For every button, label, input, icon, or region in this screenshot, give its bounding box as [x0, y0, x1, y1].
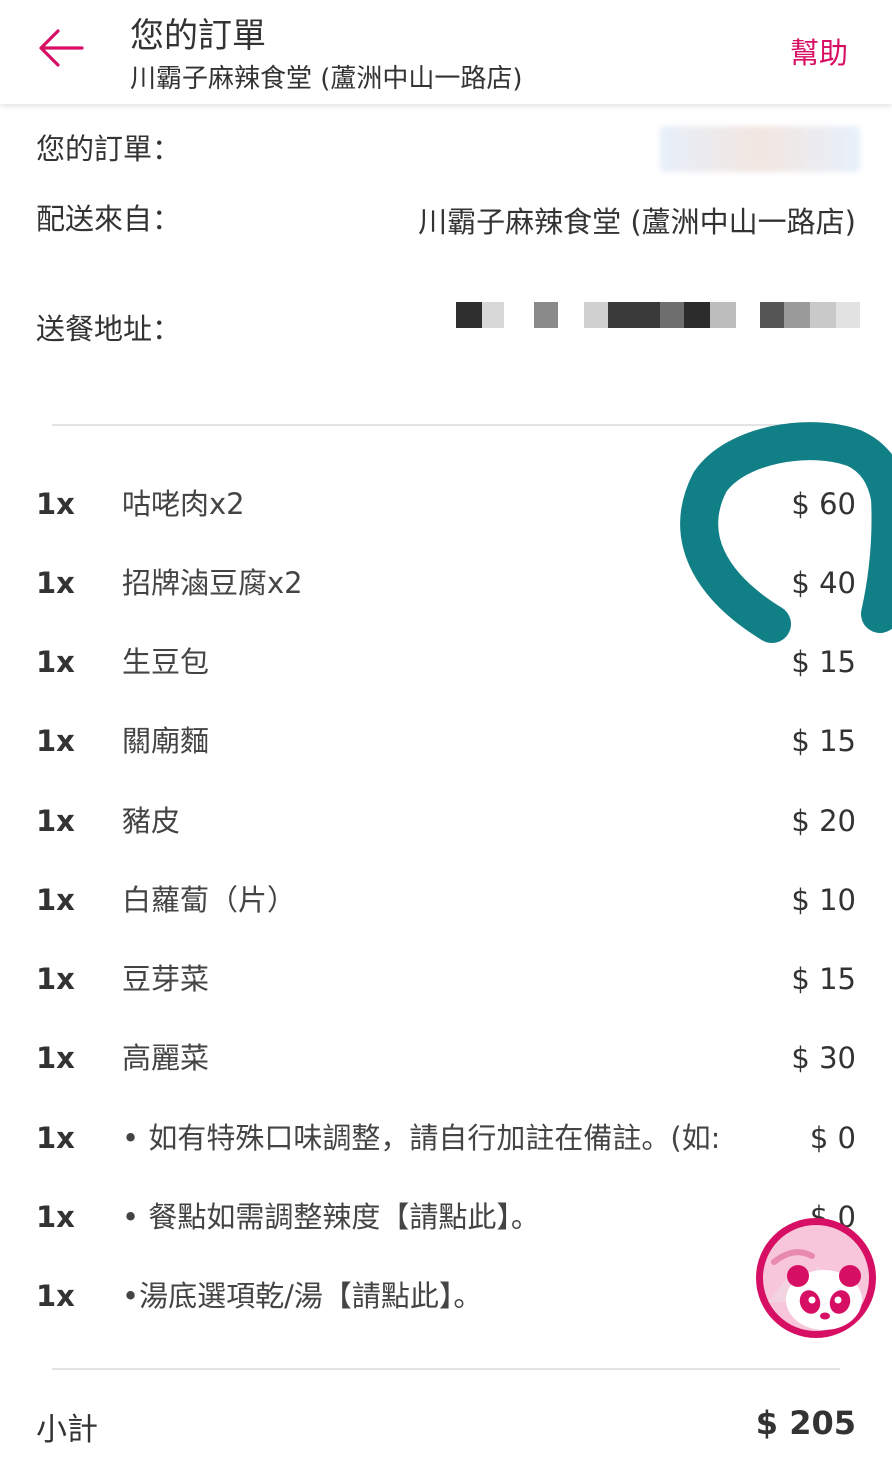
foodpanda-mascot-button[interactable] — [754, 1216, 878, 1340]
item-name: •湯底選項乾/湯【請點此】。 — [122, 1279, 483, 1313]
item-name: • 如有特殊口味調整，請自行加註在備註。(如: — [122, 1121, 721, 1155]
divider — [52, 1368, 840, 1370]
order-item-row: 1x • 如有特殊口味調整，請自行加註在備註。(如: $ 0 — [0, 1110, 892, 1166]
help-button[interactable]: 幫助 — [790, 30, 848, 72]
item-quantity: 1x — [36, 1200, 75, 1234]
item-name: 白蘿蔔（片） — [122, 883, 297, 917]
item-name: 關廟麵 — [122, 724, 210, 758]
arrow-left-icon — [39, 29, 84, 67]
item-price: $ 10 — [791, 883, 856, 917]
item-quantity: 1x — [36, 645, 75, 679]
item-price: $ 20 — [791, 804, 856, 838]
order-number-redacted — [660, 126, 860, 172]
item-quantity: 1x — [36, 487, 75, 521]
address-label: 送餐地址： — [36, 312, 182, 346]
item-quantity: 1x — [36, 1041, 75, 1075]
delivery-from-value: 川霸子麻辣食堂 (蘆洲中山一路店) — [418, 205, 856, 239]
item-name: 高麗菜 — [122, 1041, 210, 1075]
item-name: 生豆包 — [122, 645, 210, 679]
order-item-row: 1x 咕咾肉x2 $ 60 — [0, 476, 892, 532]
order-item-row: 1x 白蘿蔔（片） $ 10 — [0, 872, 892, 928]
item-quantity: 1x — [36, 1279, 75, 1313]
teal-annotation-mark — [680, 422, 892, 643]
item-name: 豬皮 — [122, 804, 181, 838]
order-item-row: 1x 招牌滷豆腐x2 $ 40 — [0, 555, 892, 611]
order-label: 您的訂單： — [36, 132, 182, 166]
item-price: $ 40 — [791, 566, 856, 600]
subtotal-label: 小計 — [36, 1412, 98, 1448]
order-item-row: 1x 豬皮 $ 20 — [0, 793, 892, 849]
app-bar: 您的訂單 川霸子麻辣食堂 (蘆洲中山一路店) 幫助 — [0, 0, 892, 104]
item-quantity: 1x — [36, 962, 75, 996]
item-price: $ 0 — [809, 1121, 856, 1155]
order-item-row: 1x 豆芽菜 $ 15 — [0, 951, 892, 1007]
item-price: $ 15 — [791, 645, 856, 679]
item-quantity: 1x — [36, 883, 75, 917]
back-button[interactable] — [36, 26, 86, 70]
divider — [52, 424, 840, 426]
restaurant-subtitle: 川霸子麻辣食堂 (蘆洲中山一路店) — [130, 64, 523, 94]
item-quantity: 1x — [36, 1121, 75, 1155]
item-price: $ 30 — [791, 1041, 856, 1075]
order-item-row: 1x 高麗菜 $ 30 — [0, 1030, 892, 1086]
item-quantity: 1x — [36, 724, 75, 758]
item-name: 招牌滷豆腐x2 — [122, 566, 303, 600]
delivery-from-label: 配送來自： — [36, 202, 182, 236]
item-name: 豆芽菜 — [122, 962, 210, 996]
item-name: 咕咾肉x2 — [122, 487, 245, 521]
item-quantity: 1x — [36, 804, 75, 838]
subtotal-value: $ 205 — [755, 1404, 856, 1442]
order-item-row: 1x 關廟麵 $ 15 — [0, 713, 892, 769]
item-price: $ 60 — [791, 487, 856, 521]
item-quantity: 1x — [36, 566, 75, 600]
item-name: • 餐點如需調整辣度【請點此】。 — [122, 1200, 540, 1234]
page-title: 您的訂單 — [130, 16, 266, 56]
item-price: $ 15 — [791, 724, 856, 758]
order-item-row: 1x 生豆包 $ 15 — [0, 634, 892, 690]
foodpanda-panda-icon — [756, 1218, 876, 1338]
item-price: $ 15 — [791, 962, 856, 996]
